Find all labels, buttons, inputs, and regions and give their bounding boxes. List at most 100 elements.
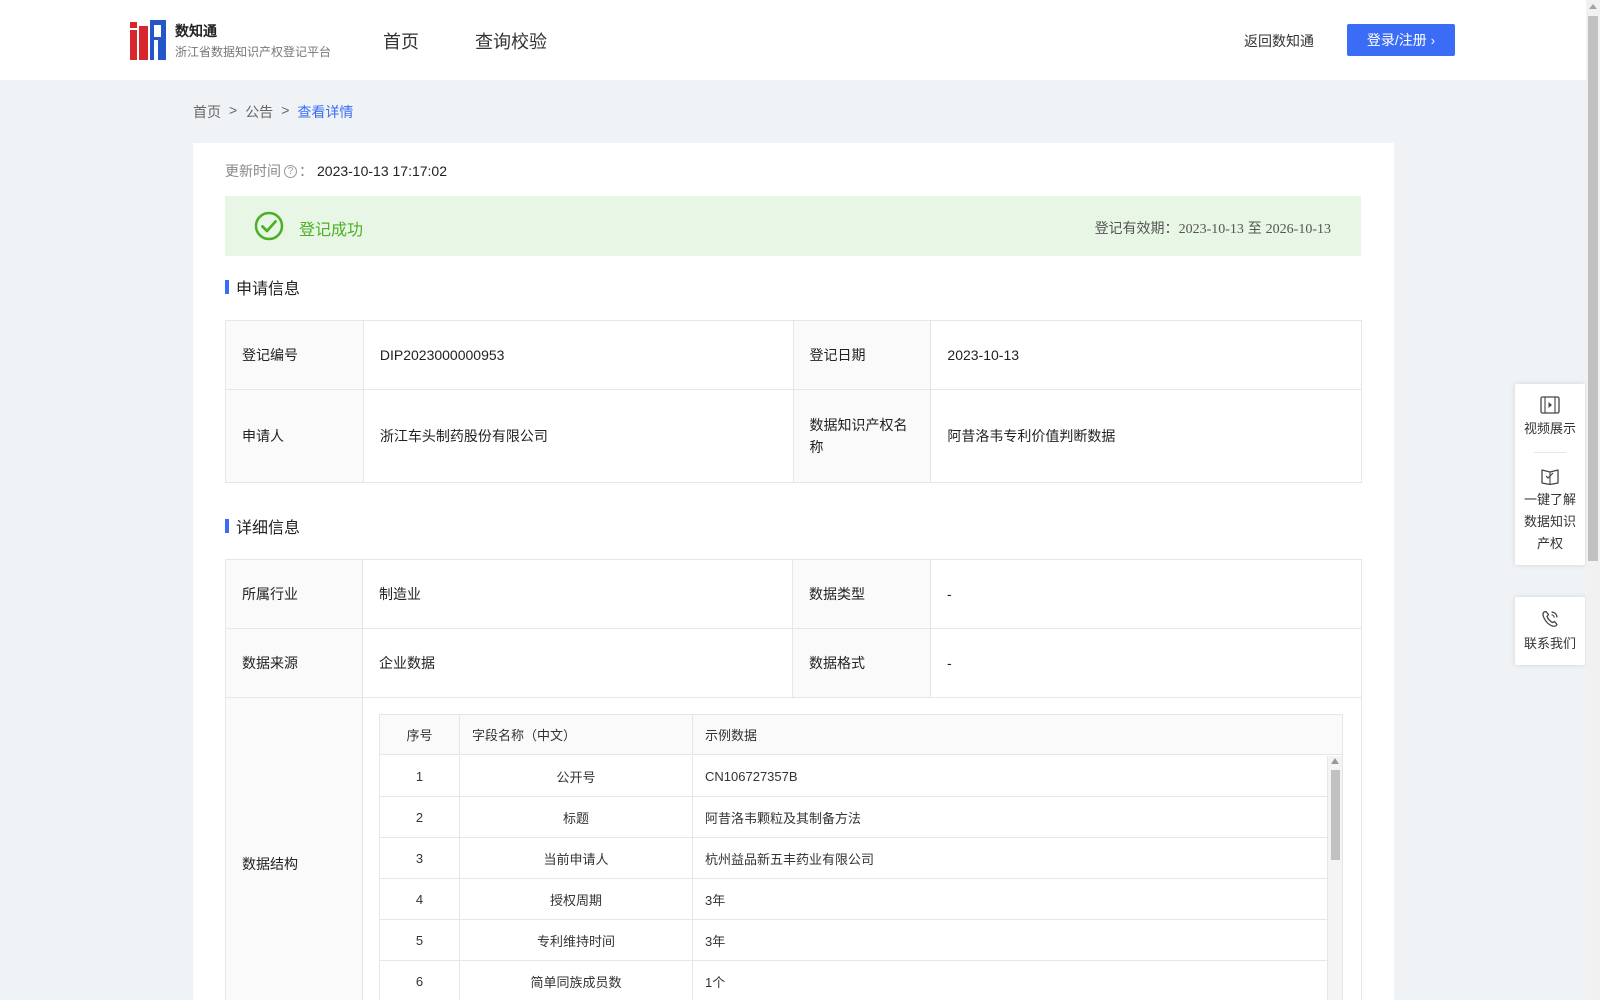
data-type-value: - — [929, 559, 1363, 629]
logo-icon[interactable] — [130, 20, 166, 60]
table-row: 所属行业 制造业 数据类型 - — [224, 559, 1363, 629]
update-time-colon: ： — [299, 163, 313, 179]
nav-home[interactable]: 首页 — [383, 28, 419, 54]
ip-name-value: 阿昔洛韦专利价值判断数据 — [930, 389, 1362, 483]
section-title-detail-label: 详细信息 — [236, 520, 301, 537]
source-value: 企业数据 — [362, 628, 793, 698]
status-text: 登记成功 — [299, 222, 364, 239]
video-showcase-label: 视频展示 — [1523, 421, 1576, 436]
float-toolbar-group: 视频展示 一键了解数据知识产权 — [1515, 384, 1585, 565]
page-scroll-up-icon[interactable] — [1589, 4, 1597, 9]
login-register-label: 登录/注册 — [1366, 32, 1427, 48]
row-index: 4 — [380, 879, 461, 919]
login-register-button[interactable]: 登录/注册 › — [1347, 24, 1455, 56]
contact-us-label: 联系我们 — [1523, 636, 1576, 651]
row-index: 1 — [380, 756, 461, 796]
section-title-apply-label: 申请信息 — [236, 281, 301, 298]
row-sample: 阿昔洛韦颗粒及其制备方法 — [705, 810, 862, 826]
header-sample: 示例数据 — [705, 728, 758, 743]
reg-no-value: DIP2023000000953 — [362, 320, 794, 390]
nav-query-verify[interactable]: 查询校验 — [475, 28, 547, 54]
row-sample: 3年 — [705, 892, 726, 908]
section-bar — [225, 280, 229, 294]
validity-start: 2023-10-13 — [1178, 222, 1244, 237]
section-title-detail: 详细信息 — [225, 514, 300, 538]
contact-us-button[interactable]: 联系我们 — [1515, 609, 1585, 655]
row-field-name: 授权周期 — [460, 879, 694, 919]
learn-ip-button[interactable]: 一键了解数据知识产权 — [1515, 467, 1585, 555]
reg-date-value: 2023-10-13 — [930, 320, 1362, 390]
breadcrumb-home[interactable]: 首页 — [193, 102, 221, 122]
detail-info-table: 所属行业 制造业 数据类型 - 数据来源 企业数据 数据格式 - 数据结构 序号… — [224, 559, 1363, 1000]
float-contact-group: 联系我们 — [1515, 597, 1585, 665]
chevron-right-icon: › — [1430, 32, 1436, 48]
logo-title: 数知通 — [175, 23, 217, 39]
scroll-up-arrow-icon[interactable] — [1331, 758, 1340, 764]
update-time-label: 更新时间 — [225, 163, 281, 179]
table-row: 2 标题 阿昔洛韦颗粒及其制备方法 — [380, 797, 1328, 838]
validity-label: 登记有效期： — [1094, 220, 1179, 236]
update-time-value: 2023-10-13 17:17:02 — [317, 163, 447, 179]
table-row: 数据结构 序号 字段名称（中文） 示例数据 1 公开号 CN106727357B — [224, 697, 1362, 1000]
structure-cell: 序号 字段名称（中文） 示例数据 1 公开号 CN106727357B 2 标题 — [362, 697, 1362, 1000]
industry-label: 所属行业 — [224, 559, 364, 629]
row-sample: 杭州益品新五丰药业有限公司 — [705, 851, 875, 867]
detail-card: 更新时间 ? ： 2023-10-13 17:17:02 登记成功 登记有效期：… — [193, 143, 1394, 1000]
structure-table: 序号 字段名称（中文） 示例数据 1 公开号 CN106727357B 2 标题 — [379, 714, 1344, 1000]
structure-table-body[interactable]: 1 公开号 CN106727357B 2 标题 阿昔洛韦颗粒及其制备方法 3 当… — [380, 756, 1328, 1000]
row-index: 6 — [380, 961, 461, 1000]
section-title-apply: 申请信息 — [225, 275, 300, 299]
check-circle-icon — [254, 211, 284, 241]
row-sample: 1个 — [705, 974, 726, 990]
row-field-name: 标题 — [460, 797, 694, 837]
back-link[interactable]: 返回数知通 — [1244, 31, 1314, 51]
page-scrollbar-thumb[interactable] — [1588, 16, 1598, 561]
format-label: 数据格式 — [792, 628, 931, 698]
float-divider — [1534, 452, 1566, 453]
learn-ip-label: 一键了解数据知识产权 — [1523, 492, 1576, 551]
ip-name-label: 数据知识产权名称 — [792, 389, 932, 483]
question-circle-icon[interactable]: ? — [284, 164, 297, 178]
data-type-label: 数据类型 — [792, 559, 931, 629]
row-field-name: 专利维持时间 — [460, 920, 694, 960]
validity-period: 登记有效期：2023-10-13 至 2026-10-13 — [1095, 218, 1331, 238]
page-scrollbar[interactable] — [1586, 0, 1600, 1000]
structure-table-header: 序号 字段名称（中文） 示例数据 — [380, 715, 1343, 755]
apply-info-table: 登记编号 DIP2023000000953 登记日期 2023-10-13 申请… — [225, 320, 1362, 483]
scrollbar-thumb[interactable] — [1331, 770, 1341, 860]
row-field-name: 公开号 — [460, 756, 694, 796]
table-row: 申请人 浙江车头制药股份有限公司 数据知识产权名称 阿昔洛韦专利价值判断数据 — [225, 389, 1362, 483]
applicant-label: 申请人 — [225, 389, 364, 483]
book-icon — [1541, 469, 1559, 485]
video-showcase-button[interactable]: 视频展示 — [1515, 396, 1585, 440]
row-index: 5 — [380, 920, 461, 960]
row-field-name: 当前申请人 — [460, 838, 694, 878]
status-banner: 登记成功 登记有效期：2023-10-13 至 2026-10-13 — [225, 196, 1361, 256]
table-row: 6 简单同族成员数 1个 — [380, 961, 1327, 1000]
structure-table-scrollbar[interactable] — [1327, 756, 1343, 1000]
applicant-value: 浙江车头制药股份有限公司 — [362, 389, 794, 483]
logo-subtitle: 浙江省数据知识产权登记平台 — [175, 45, 332, 59]
row-sample: CN106727357B — [705, 768, 798, 784]
reg-no-label: 登记编号 — [225, 320, 364, 390]
table-row: 5 专利维持时间 3年 — [380, 920, 1328, 961]
breadcrumb-separator: > — [229, 102, 238, 118]
breadcrumb-separator: > — [281, 102, 290, 118]
update-time-row: 更新时间 ? ： 2023-10-13 17:17:02 — [225, 161, 447, 181]
breadcrumb-notice[interactable]: 公告 — [245, 102, 273, 122]
section-bar — [225, 519, 229, 533]
video-icon — [1540, 396, 1560, 414]
table-row: 4 授权周期 3年 — [380, 879, 1328, 920]
reg-date-label: 登记日期 — [792, 320, 932, 390]
breadcrumb-current: 查看详情 — [297, 104, 354, 120]
table-row: 1 公开号 CN106727357B — [380, 756, 1328, 797]
row-sample: 3年 — [705, 933, 726, 949]
header-index: 序号 — [380, 715, 461, 754]
source-label: 数据来源 — [224, 628, 364, 698]
breadcrumb: 首页 > 公告 > 查看详情 — [193, 102, 353, 122]
table-row: 3 当前申请人 杭州益品新五丰药业有限公司 — [380, 838, 1328, 879]
phone-icon — [1542, 610, 1558, 627]
top-header: 数知通 浙江省数据知识产权登记平台 首页 查询校验 返回数知通 登录/注册 › — [0, 0, 1586, 80]
industry-value: 制造业 — [362, 559, 793, 629]
row-index: 3 — [380, 838, 461, 878]
